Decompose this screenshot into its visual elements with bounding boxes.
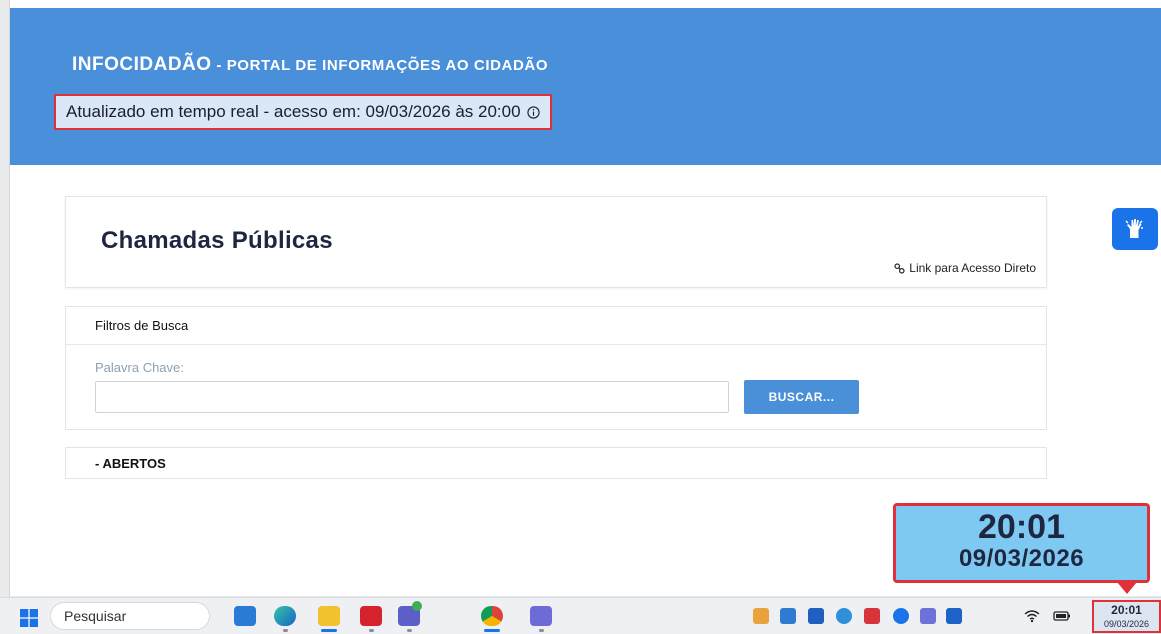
tray-circle-icon[interactable] — [836, 608, 852, 624]
clock-callout: 20:01 09/03/2026 — [893, 503, 1150, 583]
snipping-tool-icon[interactable] — [530, 606, 552, 626]
page-title: Chamadas Públicas — [101, 227, 333, 254]
info-circle-icon[interactable] — [526, 105, 540, 119]
taskbar-clock-date: 09/03/2026 — [1103, 619, 1150, 629]
keyword-input[interactable] — [95, 381, 729, 413]
acrobat-running-indicator — [369, 629, 374, 632]
taskbar-clock-time: 20:01 — [1111, 603, 1142, 617]
accessibility-button[interactable] — [1112, 208, 1158, 250]
keyword-label: Palavra Chave: — [95, 360, 184, 375]
tray-red-icon[interactable] — [864, 608, 880, 624]
direct-access-link[interactable]: Link para Acesso Direto — [894, 261, 1036, 275]
tray-people-icon[interactable] — [920, 608, 936, 624]
link-icon — [894, 262, 905, 274]
filters-heading: Filtros de Busca — [66, 307, 1046, 345]
teams-running-indicator — [407, 629, 412, 632]
file-explorer-icon[interactable] — [318, 606, 340, 626]
taskbar-search[interactable]: Pesquisar — [50, 602, 210, 630]
callout-time: 20:01 — [978, 508, 1065, 546]
edge-running-indicator — [283, 629, 288, 632]
page-title-card: Chamadas Públicas Link para Acesso Diret… — [65, 196, 1047, 288]
chrome-icon[interactable] — [481, 606, 503, 626]
open-calls-section[interactable]: - ABERTOS — [65, 447, 1047, 479]
callout-date: 09/03/2026 — [958, 545, 1085, 572]
tray-shield-icon[interactable] — [946, 608, 962, 624]
portal-header: INFOCIDADÃO - PORTAL DE INFORMAÇÕES AO C… — [10, 8, 1161, 165]
portal-subtitle: - PORTAL DE INFORMAÇÕES AO CIDADÃO — [211, 57, 549, 74]
tray-globe-icon[interactable] — [893, 608, 909, 624]
windows-start-icon[interactable] — [20, 609, 38, 627]
last-updated-text: Atualizado em tempo real - acesso em: 09… — [66, 102, 521, 121]
taskbar-search-label: Pesquisar — [64, 608, 127, 624]
acrobat-icon[interactable] — [360, 606, 382, 626]
tray-k-icon[interactable] — [808, 608, 824, 624]
snipping-running-indicator — [539, 629, 544, 632]
tray-app-icon[interactable] — [753, 608, 769, 624]
callout-pointer — [1117, 582, 1137, 594]
portal-brand: INFOCIDADÃO — [72, 54, 212, 75]
portal-title: INFOCIDADÃO - PORTAL DE INFORMAÇÕES AO C… — [72, 54, 548, 76]
battery-icon[interactable] — [1053, 608, 1070, 624]
search-filters-card: Filtros de Busca Palavra Chave: BUSCAR..… — [65, 306, 1047, 430]
tray-sync-icon[interactable] — [780, 608, 796, 624]
wifi-icon[interactable] — [1024, 608, 1040, 624]
search-button[interactable]: BUSCAR... — [744, 380, 859, 414]
outlook-icon[interactable] — [234, 606, 256, 626]
taskbar-clock[interactable]: 20:01 09/03/2026 — [1092, 600, 1161, 633]
chrome-active-indicator — [484, 629, 500, 632]
edge-icon[interactable] — [274, 606, 296, 626]
open-calls-toggle[interactable]: - ABERTOS — [95, 456, 166, 471]
taskbar: Pesquisar 20:01 09/03/2026 — [0, 597, 1161, 634]
hand-sign-language-icon — [1125, 219, 1143, 238]
direct-access-link-label: Link para Acesso Direto — [909, 261, 1036, 275]
explorer-active-indicator — [321, 629, 337, 632]
last-updated-notice: Atualizado em tempo real - acesso em: 09… — [54, 94, 552, 130]
teams-status-icon — [412, 601, 422, 611]
